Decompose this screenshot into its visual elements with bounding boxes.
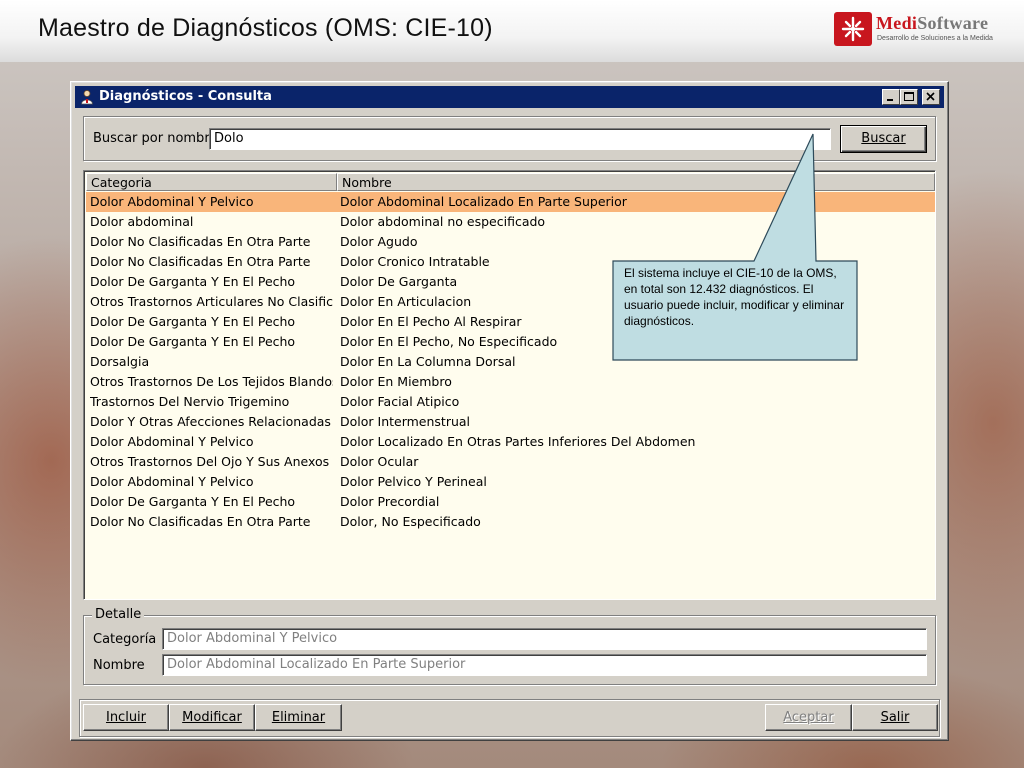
- callout-text: El sistema incluye el CIE-10 de la OMS, …: [624, 266, 845, 328]
- callout-shape: [612, 133, 858, 361]
